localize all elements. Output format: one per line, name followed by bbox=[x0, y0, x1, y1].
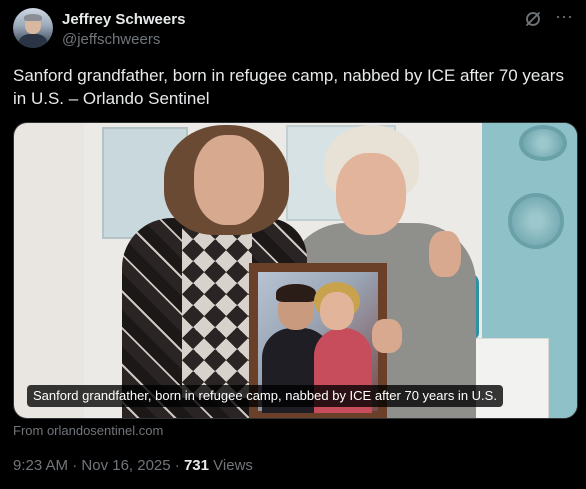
author-handle[interactable]: @jeffschweers bbox=[62, 31, 160, 48]
tweet-time[interactable]: 9:23 AM bbox=[13, 457, 68, 474]
tweet-text: Sanford grandfather, born in refugee cam… bbox=[13, 66, 564, 108]
woman-right-face bbox=[336, 153, 406, 235]
wall-decor-middle bbox=[508, 193, 564, 249]
woman-left-face bbox=[194, 135, 264, 225]
hand-right bbox=[372, 319, 402, 353]
views-count[interactable]: 731 bbox=[184, 457, 209, 474]
avatar-hair bbox=[24, 14, 42, 21]
meta-separator: · bbox=[68, 457, 82, 474]
photo-man-hair bbox=[276, 284, 316, 302]
more-horizontal-icon[interactable]: ··· bbox=[554, 7, 574, 28]
wall-decor-top bbox=[519, 125, 567, 161]
views-label: Views bbox=[209, 457, 253, 474]
hand-on-shoulder bbox=[429, 231, 461, 277]
article-image bbox=[14, 123, 577, 418]
link-card[interactable]: Sanford grandfather, born in refugee cam… bbox=[13, 122, 578, 419]
avatar-body bbox=[19, 34, 47, 48]
avatar[interactable] bbox=[13, 8, 53, 48]
tweet-meta: 9:23 AM · Nov 16, 2025 · 731 Views bbox=[13, 457, 253, 474]
card-caption: Sanford grandfather, born in refugee cam… bbox=[27, 385, 503, 407]
meta-separator: · bbox=[170, 457, 184, 474]
card-source[interactable]: From orlandosentinel.com bbox=[13, 423, 163, 438]
tweet-date[interactable]: Nov 16, 2025 bbox=[81, 457, 170, 474]
photo-woman-face bbox=[320, 292, 354, 330]
tweet-header: Jeffrey Schweers @jeffschweers ··· bbox=[13, 7, 574, 50]
author-display-name[interactable]: Jeffrey Schweers bbox=[62, 11, 185, 28]
grok-icon[interactable] bbox=[524, 10, 542, 28]
